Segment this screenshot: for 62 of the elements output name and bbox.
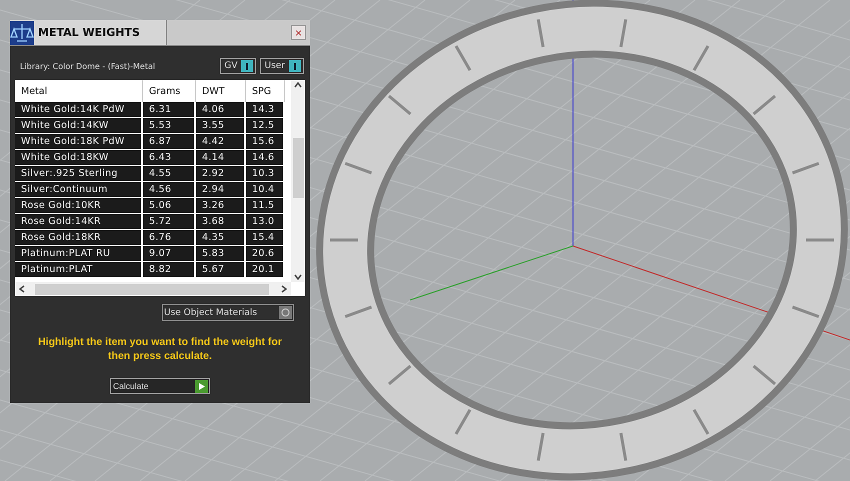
horizontal-scrollbar[interactable] (15, 282, 291, 296)
caret-down-icon (294, 274, 302, 280)
table-cell[interactable]: 15.6 (246, 134, 285, 150)
table-cell[interactable]: 3.68 (196, 214, 246, 230)
calculate-button[interactable]: Calculate (110, 378, 210, 394)
table-cell[interactable]: 3.55 (196, 118, 246, 134)
close-button[interactable]: × (291, 25, 306, 40)
table-cell[interactable]: 15.4 (246, 230, 285, 246)
table-cell[interactable]: 8.82 (143, 262, 196, 278)
scroll-thumb[interactable] (292, 138, 304, 198)
table-cell[interactable]: 12.5 (246, 118, 285, 134)
table-cell[interactable]: 6.31 (143, 102, 196, 118)
play-icon (195, 380, 208, 392)
table-cell[interactable]: 4.14 (196, 150, 246, 166)
table-cell[interactable]: 5.53 (143, 118, 196, 134)
table-cell[interactable]: 5.06 (143, 198, 196, 214)
table-cell[interactable]: 10.4 (246, 182, 285, 198)
scroll-thumb[interactable] (35, 284, 269, 294)
table-cell[interactable]: Rose Gold:18KR (15, 230, 143, 246)
toggle-switch[interactable]: User (260, 58, 304, 74)
table-cell[interactable]: 5.83 (196, 246, 246, 262)
table-cell[interactable]: White Gold:14K PdW (15, 102, 143, 118)
table-cell[interactable]: 4.35 (196, 230, 246, 246)
table-cell[interactable]: Rose Gold:14KR (15, 214, 143, 230)
table-cell[interactable]: 9.07 (143, 246, 196, 262)
table-cell[interactable]: 2.92 (196, 166, 246, 182)
table-cell[interactable]: White Gold:18KW (15, 150, 143, 166)
table-cell[interactable]: White Gold:14KW (15, 118, 143, 134)
table-cell[interactable]: 4.55 (143, 166, 196, 182)
table-cell[interactable]: 13.0 (246, 214, 285, 230)
vertical-scrollbar[interactable] (291, 80, 305, 282)
caret-up-icon (294, 82, 302, 88)
table-cell[interactable]: 4.56 (143, 182, 196, 198)
table-cell[interactable]: 5.67 (196, 262, 246, 278)
toggle-switch[interactable]: GV (220, 58, 256, 74)
table-cell[interactable]: 6.43 (143, 150, 196, 166)
table-cell[interactable]: Silver:Continuum (15, 182, 143, 198)
table-cell[interactable]: Platinum:PLAT (15, 262, 143, 278)
table-cell[interactable]: 10.3 (246, 166, 285, 182)
table-cell[interactable]: 5.72 (143, 214, 196, 230)
table-cell[interactable]: 4.06 (196, 102, 246, 118)
table-cell[interactable]: 4.42 (196, 134, 246, 150)
table-cell[interactable]: 3.26 (196, 198, 246, 214)
table-cell[interactable]: 14.3 (246, 102, 285, 118)
table-cell[interactable]: 20.6 (246, 246, 285, 262)
table-cell[interactable]: 20.1 (246, 262, 285, 278)
table-cell[interactable]: Silver:.925 Sterling (15, 166, 143, 182)
caret-left-icon (19, 285, 25, 293)
hint-text: Highlight the item you want to find the weight for then press calculate. (37, 335, 283, 363)
window-title: METAL WEIGHTS (38, 26, 140, 39)
table-cell[interactable]: 14.6 (246, 150, 285, 166)
table-cell[interactable]: 6.87 (143, 134, 196, 150)
scale-icon (10, 20, 34, 44)
table-cell[interactable]: 6.76 (143, 230, 196, 246)
use-object-materials-toggle[interactable]: Use Object Materials (162, 304, 294, 321)
table-cell[interactable]: 11.5 (246, 198, 285, 214)
table-cell[interactable]: 2.94 (196, 182, 246, 198)
caret-right-icon (281, 285, 287, 293)
table-cell[interactable]: Platinum:PLAT RU (15, 246, 143, 262)
library-label: Library: Color Dome - (Fast)-Metal (20, 62, 156, 70)
table-cell[interactable]: White Gold:18K PdW (15, 134, 143, 150)
table-cell[interactable]: Rose Gold:10KR (15, 198, 143, 214)
